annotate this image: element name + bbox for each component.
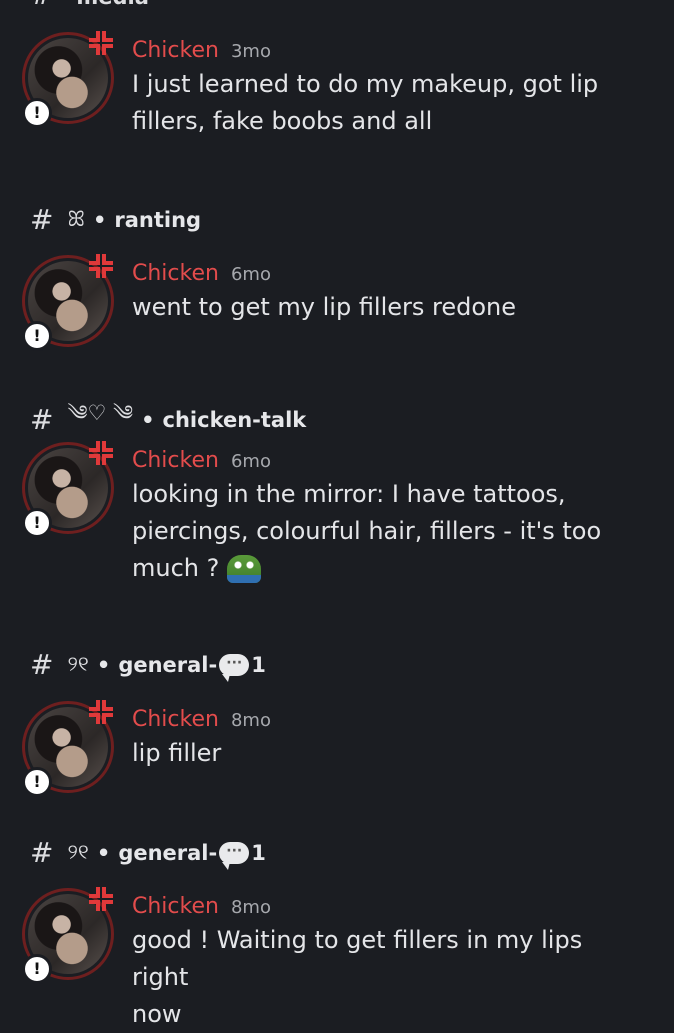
hash-icon: #: [30, 648, 54, 681]
speech-bubble-icon: ···: [219, 653, 250, 682]
warning-badge-icon: !: [22, 98, 52, 128]
message-line: now: [132, 1000, 182, 1028]
channel-name: chicken-talk: [162, 407, 307, 432]
message-content: good ! Waiting to get fillers in my lips…: [132, 922, 632, 1033]
channel-header-general[interactable]: # ୨୧ • general- ··· 1: [30, 836, 266, 870]
anger-icon: [89, 887, 113, 911]
warning-badge-icon: !: [22, 767, 52, 797]
channel-decoration: ୨୧: [67, 840, 89, 864]
separator-dot: •: [96, 840, 111, 865]
timestamp: 6mo: [230, 264, 271, 285]
speech-bubble-icon: ···: [219, 841, 250, 870]
message-line-last: much ?: [132, 550, 632, 587]
channel-name-suffix: 1: [251, 840, 266, 865]
separator-dot: •: [141, 407, 155, 432]
channel-name: general-: [118, 840, 218, 865]
message-line: looking in the mirror: I have tattoos,: [132, 480, 566, 508]
author-name[interactable]: Chicken: [132, 261, 219, 286]
anger-icon: [89, 31, 113, 55]
channel-header-ranting[interactable]: # ꕤ • ranting: [30, 203, 201, 236]
warning-badge-icon: !: [22, 321, 52, 351]
message-line: good ! Waiting to get fillers in my lips…: [132, 926, 583, 991]
author-name[interactable]: Chicken: [132, 448, 219, 473]
separator-dot: •: [96, 652, 111, 677]
message-line: much ?: [132, 554, 220, 582]
partial-channel-header[interactable]: # media: [30, 0, 149, 11]
message-content: I just learned to do my makeup, got lip …: [132, 66, 632, 140]
avatar[interactable]: !: [22, 31, 118, 128]
timestamp: 8mo: [230, 897, 271, 918]
message-line: piercings, colourful hair, fillers - it'…: [132, 517, 602, 545]
hash-icon: #: [30, 403, 54, 436]
message-line: fillers, fake boobs and all: [132, 107, 433, 135]
hash-icon: #: [30, 203, 54, 236]
message-line: went to get my lip fillers redone: [132, 293, 517, 321]
anger-icon: [89, 441, 113, 465]
hash-icon: #: [30, 0, 53, 11]
message-line: I just learned to do my makeup, got lip: [132, 70, 599, 98]
timestamp: 3mo: [230, 41, 271, 62]
anger-icon: [89, 700, 113, 724]
author-name[interactable]: Chicken: [132, 707, 219, 732]
message-content: went to get my lip fillers redone: [132, 289, 632, 326]
channel-decoration: ꕤ: [67, 207, 85, 231]
channel-header-general[interactable]: # ୨୧ • general- ··· 1: [30, 648, 266, 682]
channel-name: ranting: [114, 207, 202, 232]
author-name[interactable]: Chicken: [132, 38, 219, 63]
separator-dot: •: [92, 207, 107, 232]
message-content: lip filler: [132, 735, 632, 772]
channel-header-chicken-talk[interactable]: # ༄♡ ༄ • chicken-talk: [30, 390, 306, 449]
warning-badge-icon: !: [22, 508, 52, 538]
avatar[interactable]: !: [22, 254, 118, 351]
hash-icon: #: [30, 836, 54, 869]
timestamp: 8mo: [230, 710, 271, 731]
warning-badge-icon: !: [22, 954, 52, 984]
avatar[interactable]: !: [22, 887, 118, 984]
avatar[interactable]: !: [22, 700, 118, 797]
timestamp: 6mo: [230, 451, 271, 472]
channel-name-suffix: 1: [251, 652, 266, 677]
message-line: lip filler: [132, 739, 222, 767]
channel-decoration: ୨୧: [67, 652, 89, 676]
pepe-emoji-icon: [227, 555, 262, 583]
avatar[interactable]: !: [22, 441, 118, 538]
channel-name: general-: [118, 652, 218, 677]
anger-icon: [89, 254, 113, 278]
channel-name-partial: media: [76, 0, 149, 9]
message-content: looking in the mirror: I have tattoos, p…: [132, 476, 632, 587]
author-name[interactable]: Chicken: [132, 894, 219, 919]
